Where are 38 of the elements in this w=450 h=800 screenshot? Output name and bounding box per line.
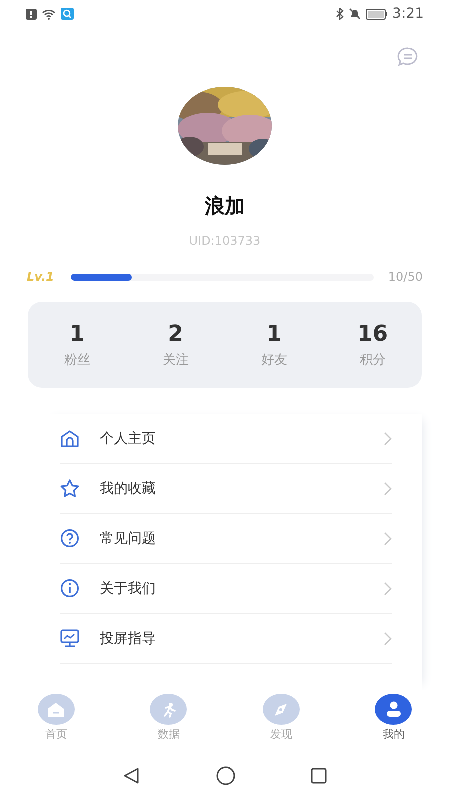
bluetooth-icon [336,8,344,20]
star-icon [60,479,80,498]
stat-value: 1 [266,322,282,346]
stat-value: 16 [357,322,388,346]
menu-item[interactable]: 关于我们 [60,564,392,614]
chevron-icon [384,432,392,446]
stat-label: 积分 [360,352,386,368]
house-icon [60,430,80,448]
stat-label: 关注 [162,352,189,368]
battery-icon [366,8,388,20]
tab[interactable]: 我的 [338,694,450,752]
recents-icon[interactable] [311,768,327,784]
menu-item[interactable]: 我的收藏 [60,464,392,514]
status-time: 3:21 [392,6,424,22]
level-label: Lv.1 [27,270,56,284]
home-button-icon[interactable] [216,766,236,786]
info-icon [60,579,80,598]
chevron-icon [384,532,392,546]
bell-off-icon [348,8,361,20]
user-id: UID:103733 [188,234,262,248]
stat-value: 2 [168,322,184,346]
stat-label: 好友 [261,352,288,368]
monitor-icon [60,629,80,648]
alert-icon [26,8,37,20]
menu-item[interactable]: 投屏指导 [60,614,392,664]
search-icon [61,8,74,20]
menu-item[interactable]: 常见问题 [60,514,392,564]
stat-label: 粉丝 [64,352,90,368]
question-icon [60,529,80,548]
user-name: 浪加 [204,193,246,220]
chevron-icon [384,582,392,596]
progress-text: 10/50 [388,270,423,284]
stat-value: 1 [70,322,85,346]
back-icon[interactable] [123,767,141,785]
wifi-icon [42,8,56,20]
chevron-icon [384,482,392,496]
menu-item[interactable]: 个人主页 [60,414,392,464]
chevron-icon [384,632,392,646]
